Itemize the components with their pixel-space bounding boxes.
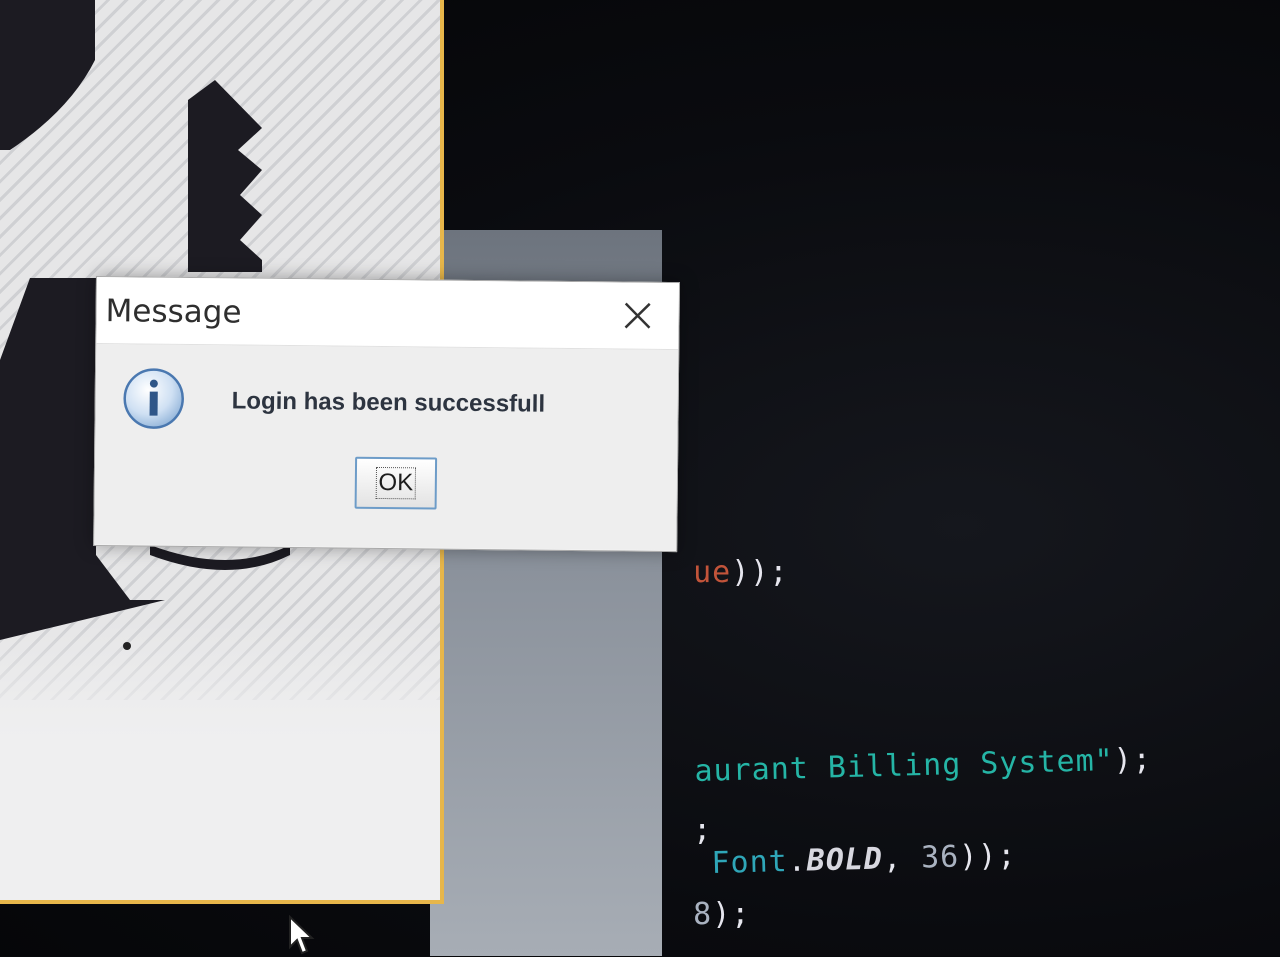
close-icon <box>624 302 651 329</box>
dialog-title: Message <box>105 293 242 331</box>
code-token: ); <box>712 897 751 932</box>
code-line-2: aurant Billing System"); <box>655 707 1152 790</box>
message-dialog: Message Login has been successfull OK <box>93 276 680 553</box>
code-line-5: 8); <box>655 862 750 932</box>
info-icon <box>123 368 184 429</box>
code-token: )); <box>731 555 789 590</box>
login-window-edge <box>440 0 444 270</box>
dialog-body: Login has been successfull OK <box>94 344 679 551</box>
code-token: , <box>882 840 922 877</box>
code-token: ue <box>693 555 732 590</box>
dialog-titlebar[interactable]: Message <box>96 277 679 351</box>
ok-button-label: OK <box>375 466 417 500</box>
code-token: 36 <box>920 839 960 876</box>
dialog-message: Login has been successfull <box>231 387 546 418</box>
code-token: )); <box>958 838 1017 875</box>
close-button[interactable] <box>618 296 656 334</box>
code-token: ); <box>1113 742 1153 779</box>
code-token: BOLD <box>806 841 884 879</box>
code-token: 8 <box>693 897 713 932</box>
ok-button[interactable]: OK <box>354 456 438 510</box>
mouse-cursor-icon <box>289 915 315 955</box>
code-token: . <box>787 843 808 879</box>
